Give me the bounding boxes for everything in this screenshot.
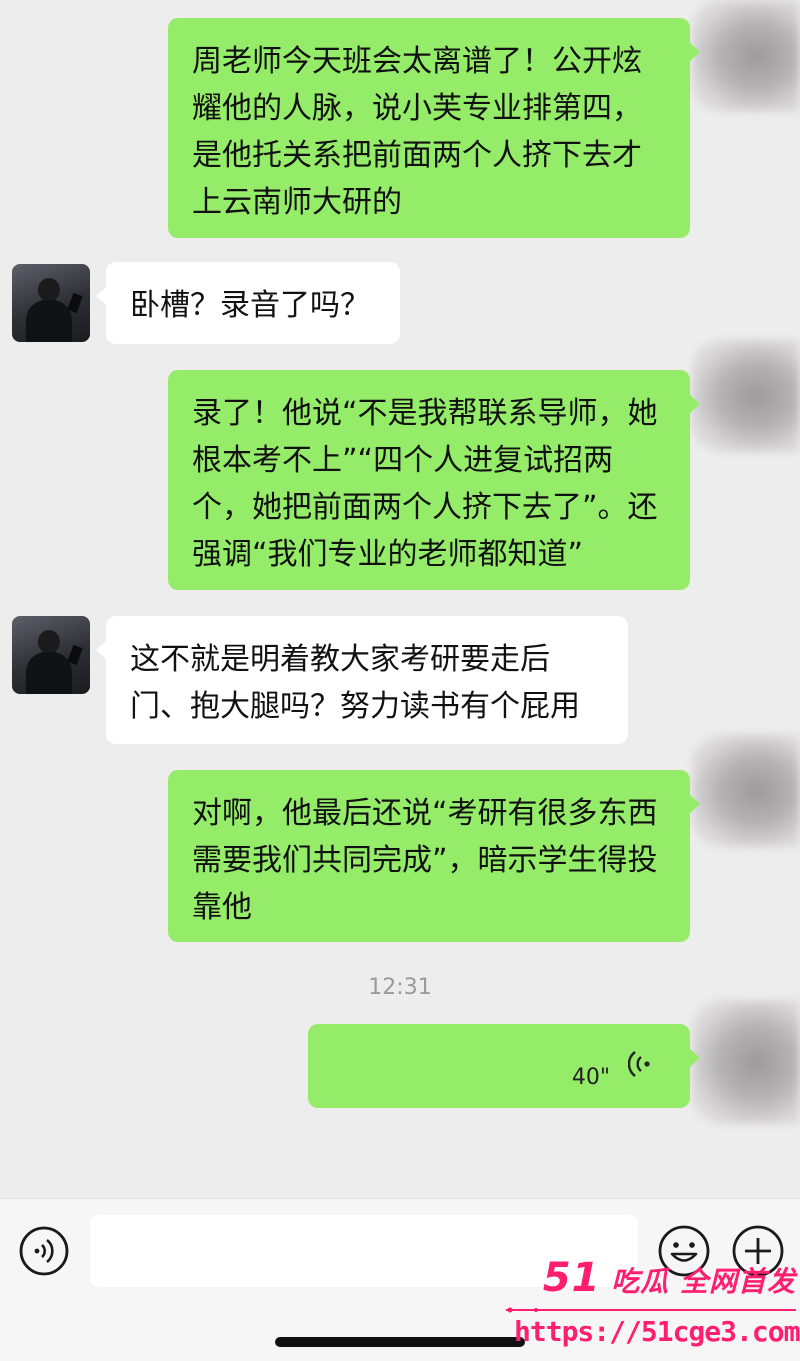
bubble-tail: [96, 286, 107, 306]
message-bubble-received[interactable]: 这不就是明着教大家考研要走后门、抱大腿吗？努力读书有个屁用: [96, 616, 628, 744]
voice-wave-icon: [628, 1051, 650, 1077]
message-text: 这不就是明着教大家考研要走后门、抱大腿吗？努力读书有个屁用: [130, 642, 580, 724]
watermark-brand-text: 吃瓜 全网首发: [611, 1265, 796, 1298]
voice-message-bubble[interactable]: 40": [308, 1024, 700, 1108]
voice-duration: 40": [571, 1065, 610, 1090]
message-bubble-sent[interactable]: 录了！他说“不是我帮联系导师，她根本考不上”“四个人进复试招两个，她把前面两个人…: [168, 370, 700, 590]
watermark-divider: [506, 1307, 796, 1313]
contact-avatar[interactable]: [12, 616, 90, 694]
bubble-tail: [689, 394, 700, 414]
message-text: 周老师今天班会太离谱了！公开炫耀他的人脉，说小芙专业排第四，是他托关系把前面两个…: [192, 44, 642, 220]
my-avatar[interactable]: [692, 0, 800, 112]
my-avatar[interactable]: [692, 340, 800, 452]
watermark-brand: 51 吃瓜 全网首发: [543, 1255, 796, 1301]
voice-icon[interactable]: [18, 1225, 70, 1277]
message-bubble-sent[interactable]: 对啊，他最后还说“考研有很多东西需要我们共同完成”，暗示学生得投靠他: [168, 770, 700, 942]
message-text: 卧槽？录音了吗？: [130, 288, 370, 323]
bubble-tail: [689, 42, 700, 62]
my-avatar[interactable]: [692, 1000, 800, 1124]
message-text: 录了！他说“不是我帮联系导师，她根本考不上”“四个人进复试招两个，她把前面两个人…: [192, 396, 658, 572]
contact-avatar[interactable]: [12, 264, 90, 342]
message-bubble-received[interactable]: 卧槽？录音了吗？: [96, 262, 400, 344]
message-timestamp: 12:31: [368, 975, 432, 1000]
watermark-brand-number: 51: [542, 1255, 601, 1301]
home-indicator[interactable]: [275, 1337, 525, 1347]
bubble-tail: [689, 794, 700, 814]
chat-area[interactable]: 周老师今天班会太离谱了！公开炫耀他的人脉，说小芙专业排第四，是他托关系把前面两个…: [0, 0, 800, 1198]
my-avatar[interactable]: [692, 735, 800, 847]
bubble-tail: [96, 640, 107, 660]
message-bubble-sent[interactable]: 周老师今天班会太离谱了！公开炫耀他的人脉，说小芙专业排第四，是他托关系把前面两个…: [168, 18, 700, 238]
bubble-tail: [689, 1048, 700, 1068]
message-text: 对啊，他最后还说“考研有很多东西需要我们共同完成”，暗示学生得投靠他: [192, 796, 658, 925]
watermark: 51 吃瓜 全网首发 https://51cge3.com: [500, 1255, 800, 1361]
watermark-url: https://51cge3.com: [514, 1315, 800, 1348]
